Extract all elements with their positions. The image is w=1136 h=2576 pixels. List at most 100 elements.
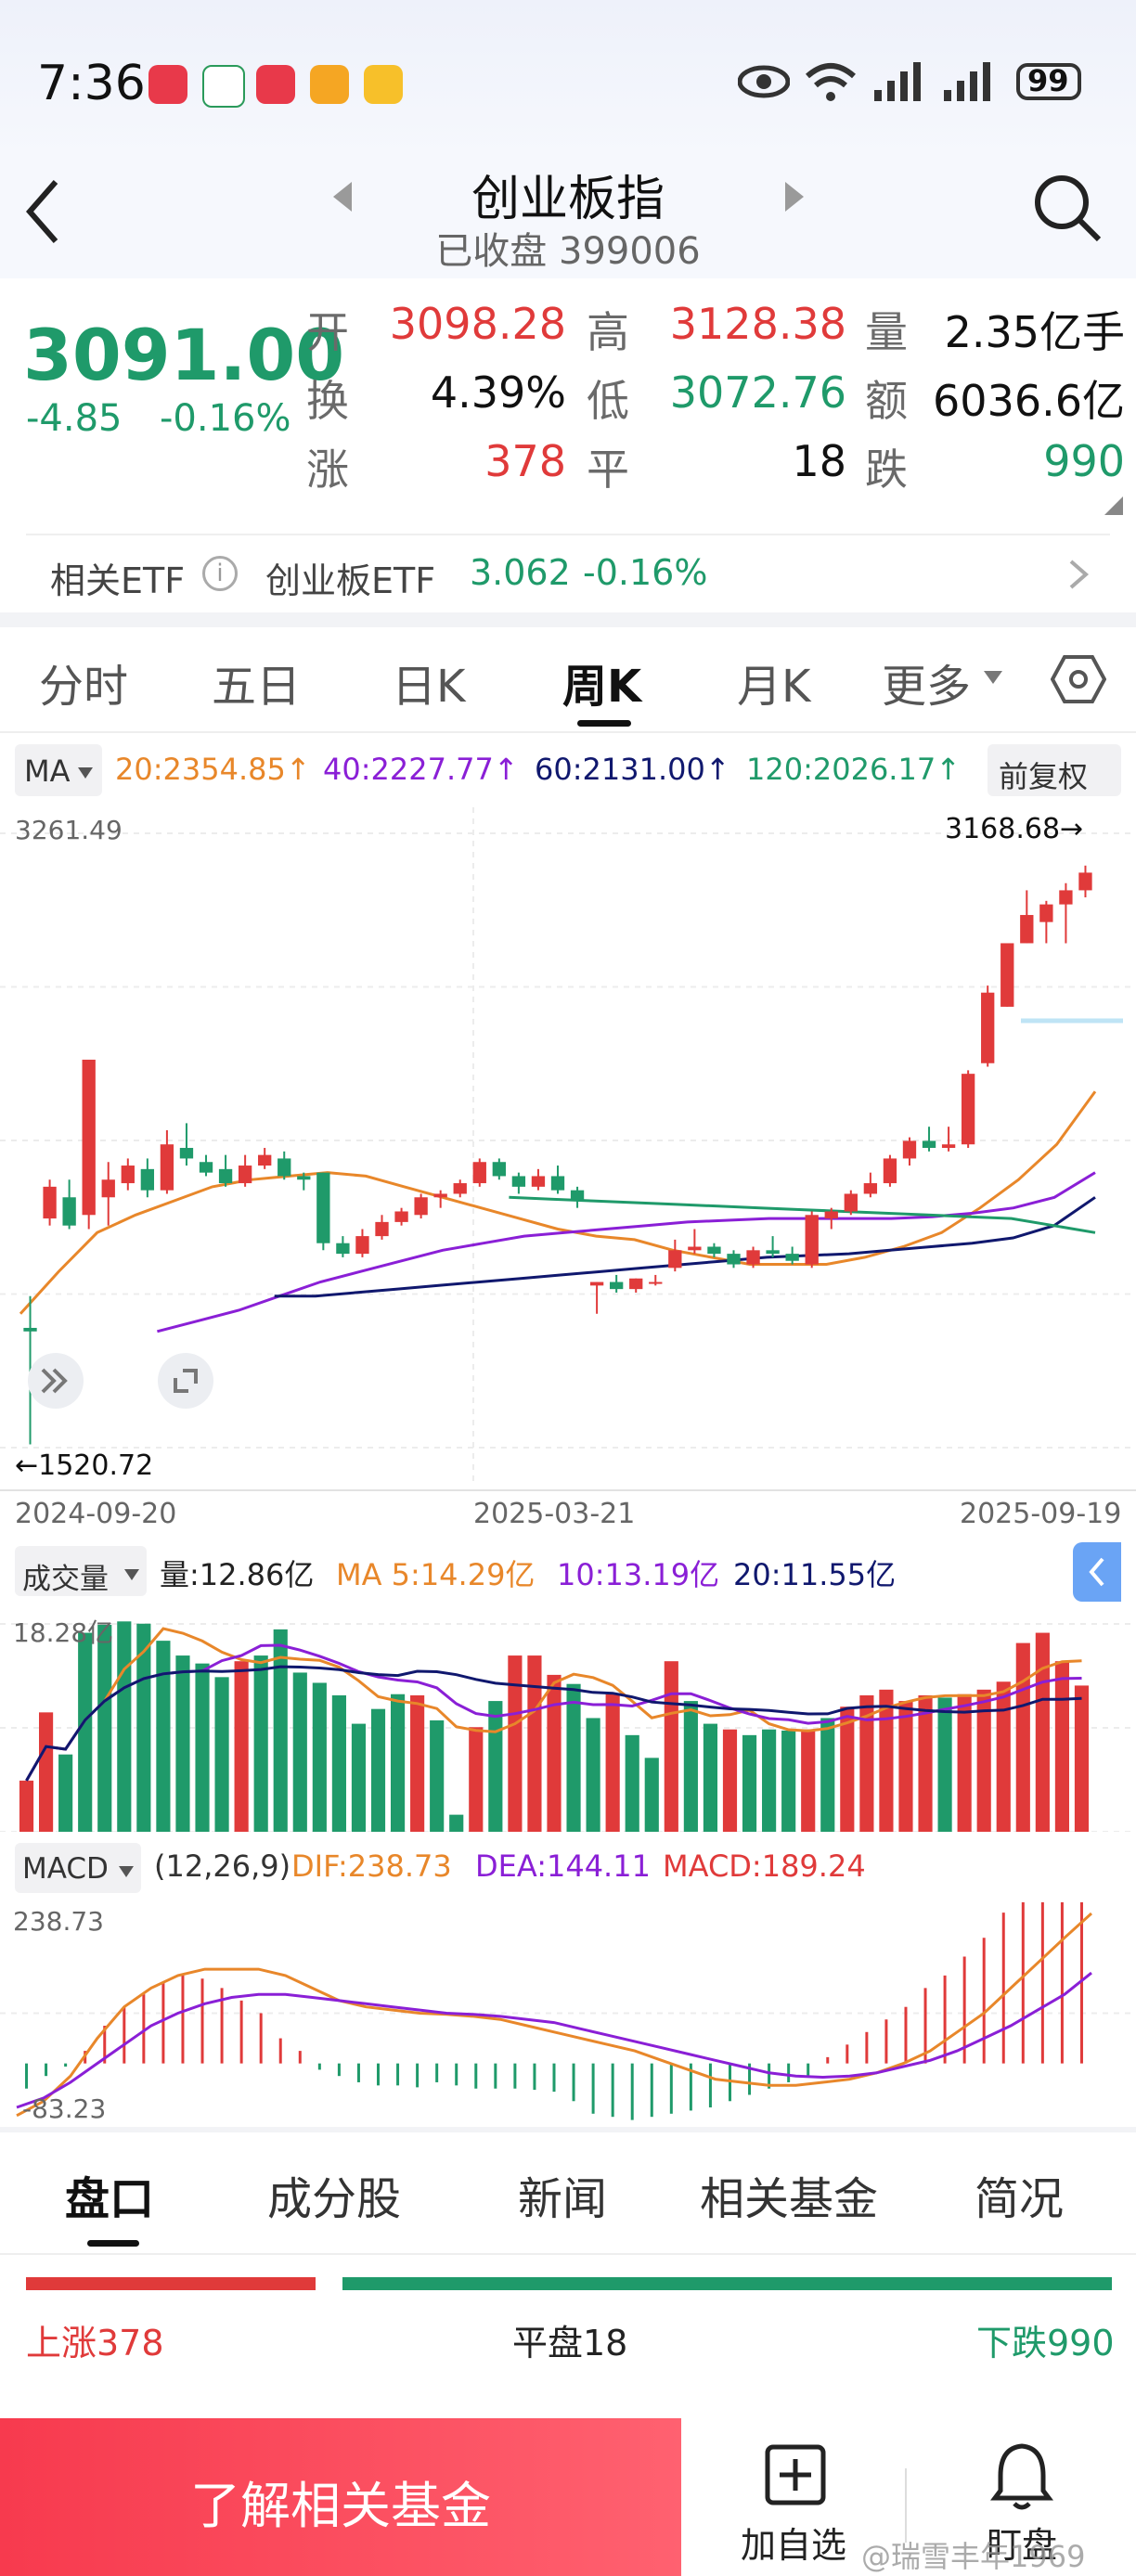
tab-daily-k[interactable]: 日K: [392, 650, 465, 715]
etf-name: 创业板ETF: [265, 560, 436, 601]
volume-bar: [175, 1655, 190, 1832]
search-icon[interactable]: [1030, 171, 1104, 249]
macd-dea: DEA:144.11: [475, 1848, 651, 1884]
tab-monthly-k[interactable]: 月K: [737, 650, 810, 715]
ma40-value: 40:2227.77↑: [323, 752, 519, 787]
expand-corner-icon[interactable]: [1104, 496, 1123, 519]
price-change: -4.85: [26, 397, 123, 440]
kline-chart[interactable]: [0, 807, 1136, 1531]
candle: [336, 1243, 350, 1255]
settings-icon[interactable]: [1050, 653, 1107, 709]
quote-panel: 3091.00 -4.85 -0.16% 开 3098.28 高 3128.38…: [0, 278, 1136, 520]
volume-bar: [722, 1729, 738, 1832]
volume-bar: [195, 1663, 210, 1832]
breadth-flat-label: 平盘18: [512, 2323, 628, 2363]
volume-bar: [19, 1780, 34, 1832]
volume-bar: [1015, 1642, 1030, 1832]
tab-weekly-k[interactable]: 周K: [562, 650, 641, 715]
volume-bar: [566, 1683, 581, 1832]
volume-bar: [312, 1682, 327, 1832]
next-index-icon[interactable]: [780, 178, 807, 219]
volume-bar: [957, 1694, 972, 1832]
tab-five-day[interactable]: 五日: [212, 650, 301, 715]
volume-bar: [762, 1729, 777, 1832]
date-start: 2024-09-20: [15, 1498, 177, 1530]
volume-selector[interactable]: 成交量: [15, 1546, 147, 1596]
candle: [629, 1278, 643, 1290]
candle: [414, 1197, 428, 1216]
footer-divider: [905, 2468, 907, 2543]
candle: [160, 1144, 174, 1191]
tab-constituents[interactable]: 成分股: [267, 2162, 401, 2227]
candle: [511, 1176, 526, 1187]
candle: [1020, 915, 1034, 944]
fullscreen-button[interactable]: [158, 1353, 213, 1409]
collapse-panel-button[interactable]: [1073, 1542, 1121, 1602]
kline-high-marker: 3168.68→: [945, 813, 1084, 845]
volume-bar: [918, 1694, 933, 1832]
tab-overview[interactable]: 简况: [975, 2162, 1064, 2227]
candle: [570, 1190, 585, 1202]
volume-bar: [58, 1754, 73, 1832]
chevron-down-icon: [124, 1566, 139, 1584]
volume-bar: [937, 1697, 952, 1832]
tab-order-book[interactable]: 盘口: [65, 2162, 154, 2227]
candle: [121, 1166, 135, 1184]
macd-selector[interactable]: MACD: [15, 1843, 141, 1893]
volume-bar: [449, 1814, 464, 1832]
ma20-line: [19, 1090, 1097, 1315]
ma-selector[interactable]: MA: [15, 744, 102, 796]
candle: [62, 1197, 76, 1226]
learn-funds-button[interactable]: 了解相关基金: [0, 2418, 681, 2576]
open-value: 3098.28: [389, 299, 566, 349]
add-watchlist-button[interactable]: 加自选: [715, 2431, 872, 2570]
turnover-label: 换: [306, 376, 349, 426]
volume-bar: [370, 1708, 386, 1832]
bell-icon: [990, 2443, 1053, 2510]
info-icon[interactable]: i: [202, 556, 238, 591]
chevron-down-icon: [78, 765, 93, 782]
flat-label: 平: [587, 444, 629, 495]
macd-hist-value: MACD:189.24: [663, 1848, 866, 1884]
candle: [863, 1183, 878, 1194]
candle: [610, 1282, 624, 1290]
macd-params: (12,26,9): [154, 1848, 291, 1884]
up-value: 378: [484, 436, 566, 486]
up-label: 涨: [306, 444, 349, 495]
page-title: 创业板指: [471, 172, 665, 227]
candle: [101, 1179, 115, 1198]
macd-dif: DIF:238.73: [291, 1848, 452, 1884]
tab-more[interactable]: 更多: [882, 650, 971, 715]
ma-selector-label: MA: [24, 753, 71, 789]
macd-selector-label: MACD: [22, 1852, 109, 1886]
kline-low-marker: ←1520.72: [15, 1449, 154, 1482]
candle: [922, 1140, 936, 1149]
chevron-down-icon: [984, 670, 1002, 688]
volume-bar: [781, 1730, 796, 1832]
wifi-icon: [803, 58, 858, 108]
related-etf-row[interactable]: 相关ETF i 创业板ETF 3.062 -0.16%: [26, 534, 1110, 610]
volume-bar: [527, 1655, 542, 1832]
tab-intraday[interactable]: 分时: [39, 650, 128, 715]
candle: [961, 1074, 975, 1145]
candle: [355, 1236, 369, 1255]
volume-bar: [508, 1655, 523, 1832]
volume-bar: [547, 1674, 562, 1832]
candle: [43, 1186, 57, 1219]
candle: [1039, 904, 1053, 922]
candle: [1000, 943, 1014, 1007]
volume-bar: [253, 1655, 268, 1832]
signal-icon: [942, 60, 998, 107]
section-divider: [0, 2253, 1136, 2255]
volume-bar: [234, 1661, 249, 1832]
volume-value: 2.35亿手: [944, 307, 1125, 357]
candle: [727, 1254, 741, 1265]
low-value: 3072.76: [669, 367, 846, 418]
tab-related-funds[interactable]: 相关基金: [700, 2162, 878, 2227]
expand-history-button[interactable]: [28, 1353, 84, 1409]
adjust-selector[interactable]: 前复权: [988, 744, 1121, 796]
tab-news[interactable]: 新闻: [518, 2162, 607, 2227]
candle: [707, 1246, 721, 1255]
volume-bar: [644, 1758, 659, 1832]
candle: [550, 1176, 565, 1191]
